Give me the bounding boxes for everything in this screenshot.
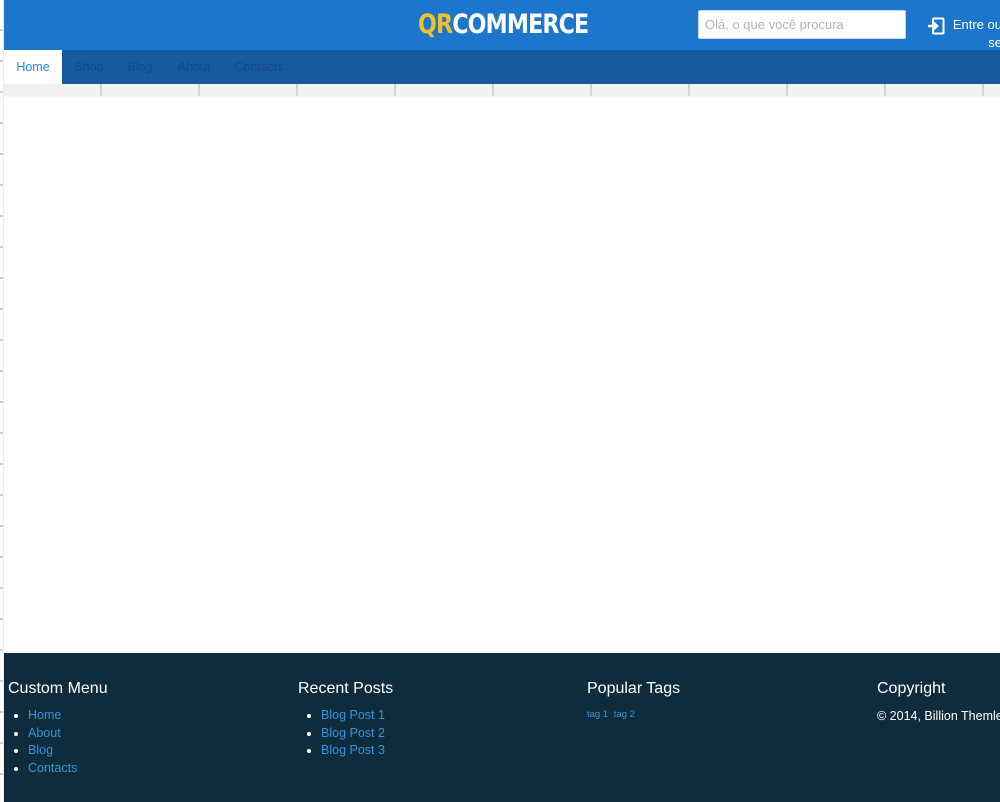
main-content	[4, 97, 1000, 653]
main-nav: Home Shop Blog About Contacts	[4, 50, 1000, 84]
footer-link-blog[interactable]: Blog	[28, 743, 53, 757]
list-item: Blog	[28, 742, 288, 760]
logo-commerce: COMMERCE	[452, 9, 589, 40]
recent-posts-heading: Recent Posts	[298, 680, 394, 697]
list-item: Blog Post 2	[321, 725, 578, 743]
list-item: Contacts	[28, 760, 288, 778]
custom-menu-heading: Custom Menu	[8, 680, 108, 697]
page: QRCOMMERCE Entre ou se Home Shop Blog Ab…	[0, 0, 1000, 802]
nav-item-home[interactable]: Home	[4, 50, 62, 84]
nav-item-contacts[interactable]: Contacts	[228, 50, 290, 84]
copyright-heading: Copyright	[877, 680, 946, 697]
footer-link-about[interactable]: About	[28, 726, 61, 740]
sign-in-icon	[928, 17, 945, 35]
popular-tags-heading: Popular Tags	[587, 680, 681, 697]
list-item: Blog Post 1	[321, 707, 578, 725]
list-item: About	[28, 725, 288, 743]
tag-cloud: tag 1 tag 2	[587, 709, 867, 720]
site-logo[interactable]: QRCOMMERCE	[418, 8, 589, 42]
footer-link-home[interactable]: Home	[28, 708, 61, 722]
nav-item-about[interactable]: About	[170, 50, 218, 84]
site-footer: Custom Menu Home About Blog Contacts Rec…	[4, 653, 1000, 802]
recent-posts-list: Blog Post 1 Blog Post 2 Blog Post 3	[298, 707, 578, 760]
copyright-text: © 2014, Billion Themle	[877, 709, 1000, 723]
tag-link-1[interactable]: tag 1	[587, 709, 608, 720]
site-header: QRCOMMERCE Entre ou se	[4, 0, 1000, 50]
custom-menu-list: Home About Blog Contacts	[8, 707, 288, 777]
nav-item-blog[interactable]: Blog	[120, 50, 160, 84]
footer-copyright: Copyright © 2014, Billion Themle	[877, 679, 1000, 725]
blog-post-link-1[interactable]: Blog Post 1	[321, 708, 385, 722]
footer-link-contacts[interactable]: Contacts	[28, 761, 77, 775]
wall-texture-band	[4, 84, 1000, 97]
list-item: Blog Post 3	[321, 742, 578, 760]
footer-popular-tags: Popular Tags tag 1 tag 2	[587, 679, 867, 720]
footer-recent-posts: Recent Posts Blog Post 1 Blog Post 2 Blo…	[298, 679, 578, 760]
blog-post-link-2[interactable]: Blog Post 2	[321, 726, 385, 740]
list-item: Home	[28, 707, 288, 725]
logo-qr: QR	[418, 9, 453, 40]
blog-post-link-3[interactable]: Blog Post 3	[321, 743, 385, 757]
footer-custom-menu: Custom Menu Home About Blog Contacts	[8, 679, 288, 777]
nav-item-shop[interactable]: Shop	[68, 50, 110, 84]
search-input[interactable]	[698, 10, 906, 39]
tag-link-2[interactable]: tag 2	[614, 709, 635, 720]
